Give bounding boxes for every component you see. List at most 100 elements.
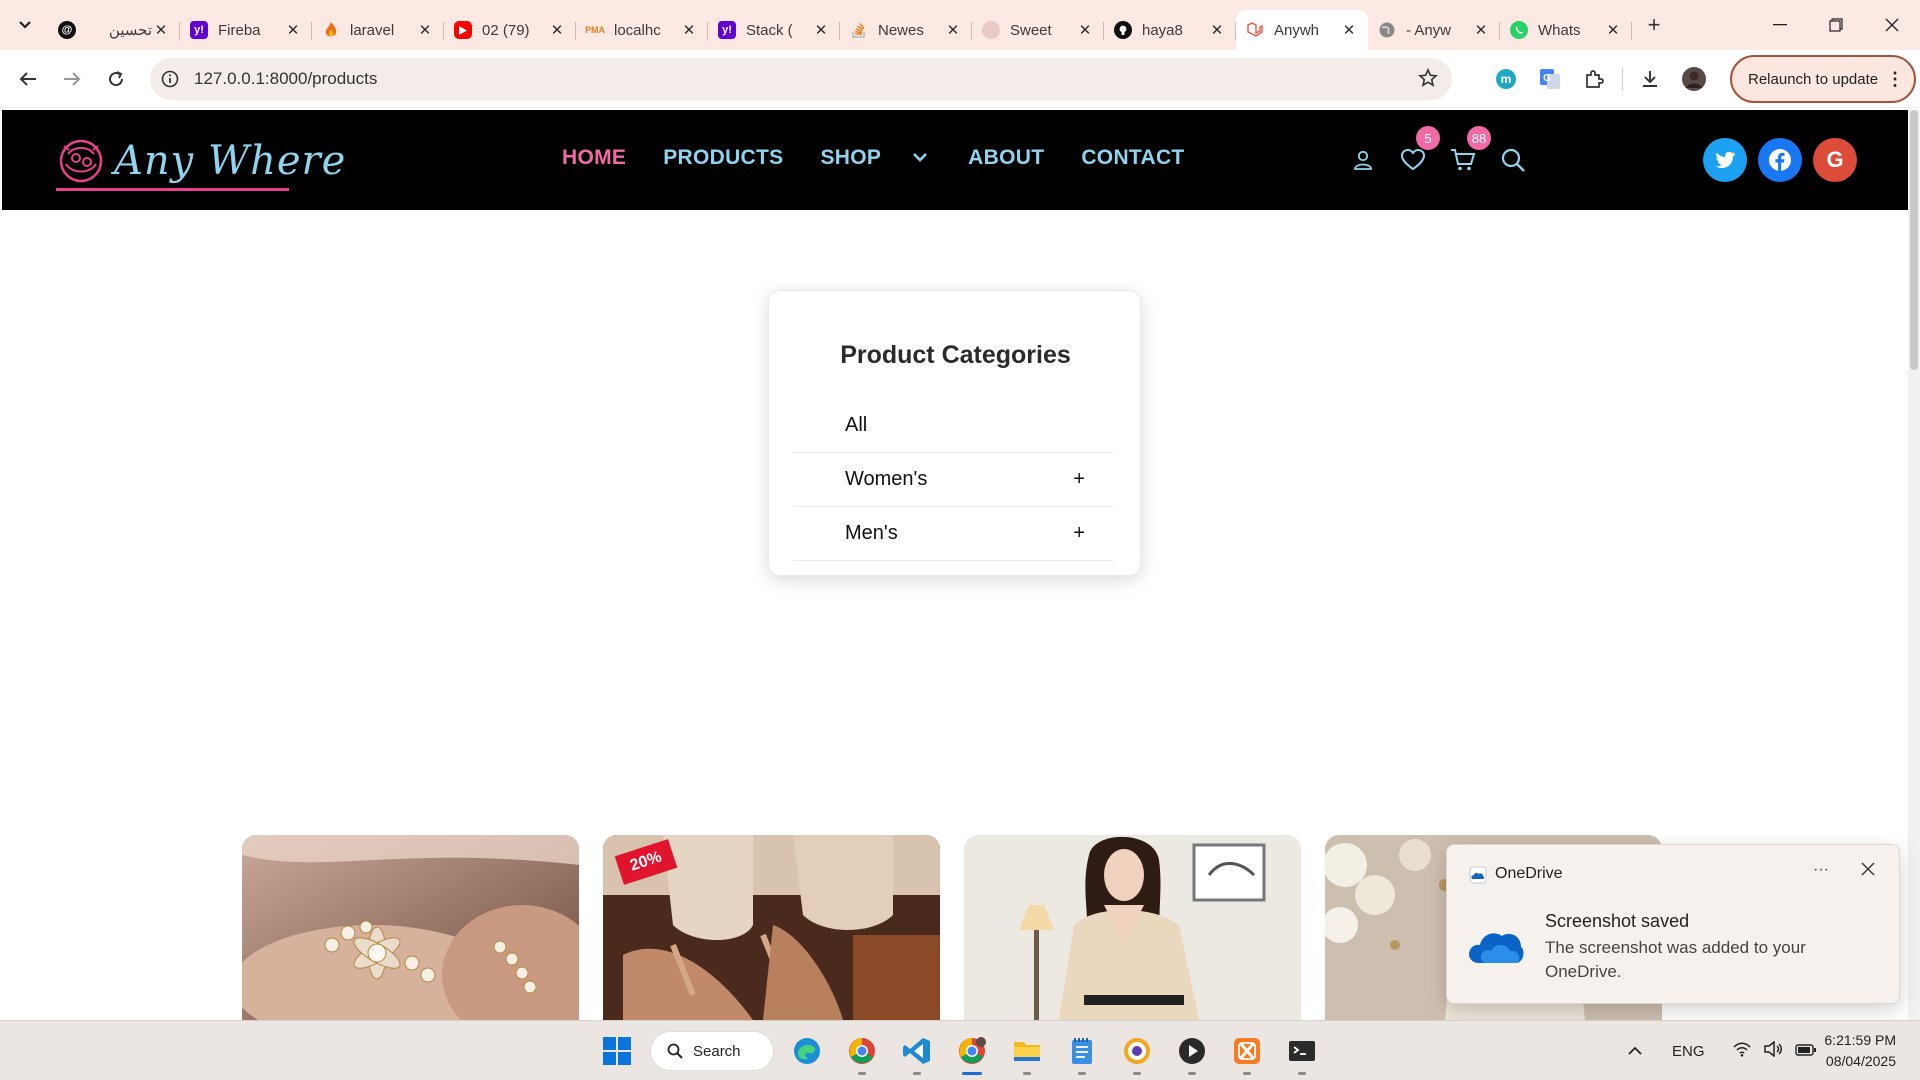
show-hidden-icons-chevron-icon[interactable] xyxy=(1620,1046,1650,1056)
close-icon[interactable] xyxy=(1861,860,1875,881)
taskbar-clock[interactable]: 6:21:59 PM 08/04/2025 xyxy=(1810,1030,1896,1072)
taskbar-app-postman[interactable] xyxy=(1117,1031,1157,1075)
expand-plus-icon[interactable]: + xyxy=(1073,468,1085,491)
back-button[interactable] xyxy=(8,59,48,99)
facebook-button[interactable] xyxy=(1758,138,1802,182)
close-icon[interactable]: ✕ xyxy=(1604,21,1622,39)
nav-contact-link[interactable]: CONTACT xyxy=(1081,146,1184,170)
browser-tab[interactable]: @ تحسين ✕ xyxy=(48,10,180,50)
close-icon[interactable]: ✕ xyxy=(548,21,566,39)
taskbar-search[interactable]: Search xyxy=(650,1031,774,1071)
category-item-mens[interactable]: Men's + xyxy=(793,507,1115,561)
browser-tab[interactable]: Whats ✕ xyxy=(1500,10,1632,50)
close-icon[interactable]: ✕ xyxy=(416,21,434,39)
close-window-button[interactable] xyxy=(1864,0,1920,50)
app-indicator xyxy=(858,1072,866,1075)
browser-tab[interactable]: 02 (79) ✕ xyxy=(444,10,576,50)
browser-tab[interactable]: haya8 ✕ xyxy=(1104,10,1236,50)
taskbar-app-terminal[interactable] xyxy=(1282,1031,1322,1075)
more-options-icon[interactable]: ··· xyxy=(1813,861,1829,879)
svg-text:G: G xyxy=(1543,73,1551,84)
tab-title: Newes xyxy=(878,21,924,39)
browser-tab[interactable]: y! Stack ( ✕ xyxy=(708,10,840,50)
extension-m-icon[interactable]: m xyxy=(1484,58,1528,100)
start-button[interactable] xyxy=(597,1031,637,1071)
window-controls xyxy=(1752,0,1920,50)
extension-icons: m G xyxy=(1484,58,1716,100)
category-item-womens[interactable]: Women's + xyxy=(793,453,1115,507)
browser-tab[interactable]: PMA localhc ✕ xyxy=(576,10,708,50)
product-card[interactable]: 20% xyxy=(603,835,940,1020)
close-icon[interactable]: ✕ xyxy=(944,21,962,39)
reload-button[interactable] xyxy=(96,59,136,99)
page-scrollbar[interactable] xyxy=(1908,110,1920,1020)
close-icon[interactable]: ✕ xyxy=(1208,21,1226,39)
onedrive-notification[interactable]: OneDrive ··· Screenshot saved The screen… xyxy=(1446,844,1900,1004)
close-icon[interactable]: ✕ xyxy=(1340,21,1358,39)
site-logo[interactable]: Any Where xyxy=(56,136,346,186)
google-button[interactable]: G xyxy=(1813,138,1857,182)
restore-button[interactable] xyxy=(1808,0,1864,50)
nav-products-link[interactable]: PRODUCTS xyxy=(663,146,783,170)
taskbar-app-notepad[interactable] xyxy=(1062,1031,1102,1075)
restore-icon xyxy=(1829,18,1843,32)
address-bar[interactable]: 127.0.0.1:8000/products xyxy=(150,58,1452,100)
account-icon[interactable] xyxy=(1338,140,1388,180)
scrollbar-thumb[interactable] xyxy=(1910,110,1918,370)
taskbar-app-file-explorer[interactable] xyxy=(1007,1031,1047,1075)
browser-tab[interactable]: Newes ✕ xyxy=(840,10,972,50)
taskbar-app-edge[interactable] xyxy=(787,1031,827,1071)
browser-tab[interactable]: Sweet ✕ xyxy=(972,10,1104,50)
product-card[interactable] xyxy=(964,835,1301,1020)
close-icon[interactable]: ✕ xyxy=(1076,21,1094,39)
tab-title: Anywh xyxy=(1274,21,1320,39)
browser-tab[interactable]: y! Fireba ✕ xyxy=(180,10,312,50)
notepad-icon xyxy=(1072,1038,1092,1064)
minimize-button[interactable] xyxy=(1752,0,1808,50)
close-icon[interactable]: ✕ xyxy=(812,21,830,39)
forward-button[interactable] xyxy=(52,59,92,99)
taskbar-app-vscode[interactable] xyxy=(897,1031,937,1075)
close-icon[interactable]: ✕ xyxy=(1472,21,1490,39)
product-card[interactable] xyxy=(242,835,579,1020)
shop-dropdown-chevron-icon[interactable] xyxy=(912,149,928,167)
nav-shop-link[interactable]: SHOP xyxy=(820,146,881,170)
url-text[interactable]: 127.0.0.1:8000/products xyxy=(194,69,377,89)
close-icon[interactable]: ✕ xyxy=(284,21,302,39)
app-indicator xyxy=(913,1072,921,1075)
close-icon[interactable]: ✕ xyxy=(680,21,698,39)
nav-home-link[interactable]: HOME xyxy=(562,146,626,170)
search-icon[interactable] xyxy=(1488,140,1538,180)
new-tab-button[interactable]: + xyxy=(1638,9,1670,41)
relaunch-to-update-button[interactable]: Relaunch to update ⋮ xyxy=(1730,55,1916,103)
download-icon[interactable] xyxy=(1628,58,1672,100)
close-icon[interactable]: ✕ xyxy=(152,21,170,39)
app-badge-icon xyxy=(1124,1038,1150,1064)
browser-tab-active[interactable]: Anywh ✕ xyxy=(1236,10,1368,50)
wishlist-heart-icon[interactable]: 5 xyxy=(1388,126,1440,180)
taskbar-app-chrome[interactable] xyxy=(842,1031,882,1075)
category-item-all[interactable]: All xyxy=(793,399,1115,453)
wifi-icon[interactable] xyxy=(1732,1041,1751,1061)
cart-icon[interactable]: 88 xyxy=(1438,126,1491,180)
taskbar-app-media-player[interactable] xyxy=(1172,1031,1212,1075)
taskbar-app-chrome-profile[interactable] xyxy=(952,1031,992,1075)
volume-icon[interactable] xyxy=(1763,1040,1783,1061)
browser-tab[interactable]: laravel ✕ xyxy=(312,10,444,50)
more-vertical-icon[interactable]: ⋮ xyxy=(1886,69,1904,90)
twitter-button[interactable] xyxy=(1703,138,1747,182)
profile-avatar[interactable] xyxy=(1672,58,1716,100)
bookmark-star-icon[interactable] xyxy=(1418,68,1438,94)
taskbar-app-xampp[interactable] xyxy=(1227,1031,1267,1075)
extensions-puzzle-icon[interactable] xyxy=(1572,58,1616,100)
site-info-icon[interactable] xyxy=(150,58,190,100)
google-translate-icon[interactable]: G xyxy=(1528,58,1572,100)
system-tray: ENG xyxy=(1620,1021,1817,1080)
language-indicator[interactable]: ENG xyxy=(1672,1043,1705,1060)
tab-search-button[interactable] xyxy=(8,8,42,42)
expand-plus-icon[interactable]: + xyxy=(1073,522,1085,545)
terminal-icon xyxy=(1289,1041,1315,1061)
nav-about-link[interactable]: ABOUT xyxy=(968,146,1044,170)
browser-tab[interactable]: - Anyw ✕ xyxy=(1368,10,1500,50)
yahoo-icon: y! xyxy=(190,21,208,39)
